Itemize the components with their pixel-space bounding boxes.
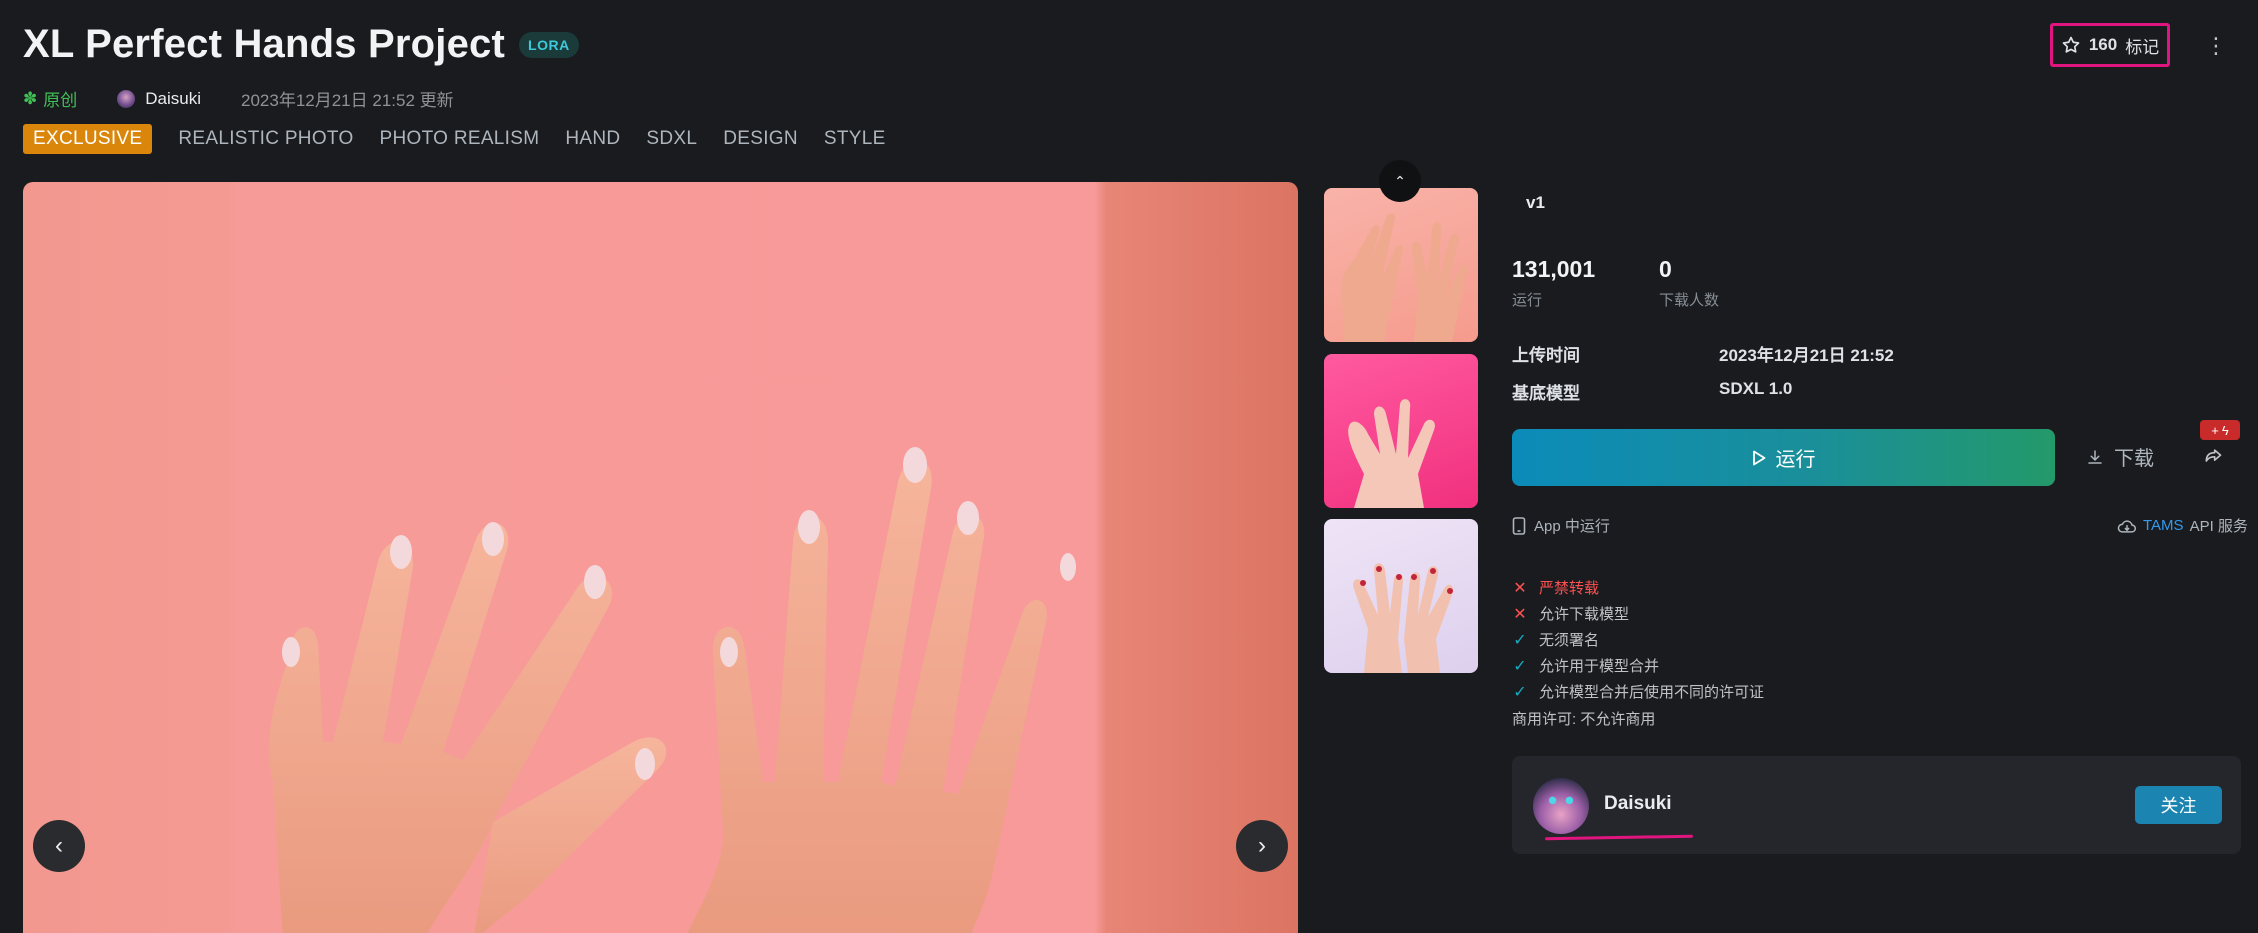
author-card-name[interactable]: Daisuki bbox=[1604, 793, 1672, 815]
model-type-badge: LORA bbox=[519, 31, 579, 58]
tag-photo-realism[interactable]: PHOTO REALISM bbox=[380, 128, 540, 150]
commercial-license: 商用许可: 不允许商用 bbox=[1512, 711, 1656, 728]
chevron-right-icon: › bbox=[1258, 832, 1266, 859]
permission-text: 无须署名 bbox=[1539, 632, 1600, 649]
tag-hand[interactable]: HAND bbox=[565, 128, 620, 150]
base-model-label: 基底模型 bbox=[1512, 384, 1580, 403]
thumbnail-2[interactable] bbox=[1324, 354, 1478, 508]
run-in-app-link[interactable]: App 中运行 bbox=[1512, 515, 1610, 536]
tag-realistic-photo[interactable]: REALISTIC PHOTO bbox=[178, 128, 353, 150]
favorite-count: 160 bbox=[2088, 35, 2118, 54]
author-card: Daisuki 关注 bbox=[1512, 756, 2241, 854]
author-link[interactable]: Daisuki bbox=[117, 89, 201, 109]
star-icon bbox=[2061, 35, 2081, 55]
thumbnail-3[interactable] bbox=[1324, 519, 1478, 673]
author-name: Daisuki bbox=[145, 88, 201, 108]
more-vertical-icon: ⋮ bbox=[2205, 33, 2227, 58]
meta-row: ✽ 原创 Daisuki 2023年12月21日 21:52 更新 bbox=[23, 86, 454, 111]
run-label: 运行 bbox=[1775, 449, 1816, 471]
avatar bbox=[117, 89, 136, 108]
downloads-stat: 0 下载人数 bbox=[1659, 256, 1719, 310]
permission-item: ✕ 严禁转载 bbox=[1512, 577, 1599, 598]
thumbnail-1[interactable] bbox=[1324, 188, 1478, 342]
downloads-label: 下载人数 bbox=[1659, 292, 1720, 309]
api-label: API 服务 bbox=[2189, 518, 2248, 535]
puzzle-icon: ✽ bbox=[23, 88, 38, 108]
upload-time-label: 上传时间 bbox=[1512, 346, 1580, 365]
favorite-label: 标记 bbox=[2125, 37, 2160, 57]
permission-text: 允许模型合并后使用不同的许可证 bbox=[1539, 684, 1765, 701]
favorite-button[interactable]: 160 标记 bbox=[2050, 23, 2170, 67]
downloads-count: 0 bbox=[1659, 256, 1672, 282]
tag-style[interactable]: STYLE bbox=[824, 128, 886, 150]
original-badge: ✽ 原创 bbox=[23, 86, 77, 111]
follow-button[interactable]: 关注 bbox=[2135, 786, 2222, 824]
runs-stat: 131,001 运行 bbox=[1512, 256, 1595, 310]
play-icon bbox=[1752, 450, 1766, 466]
prev-image-button[interactable]: ‹ bbox=[33, 820, 85, 872]
tag-sdxl[interactable]: SDXL bbox=[646, 128, 697, 150]
permission-item: ✓ 允许用于模型合并 bbox=[1512, 655, 1659, 676]
run-in-app-label: App 中运行 bbox=[1534, 518, 1610, 535]
api-brand: TAMS bbox=[2143, 517, 2184, 534]
tag-list: EXCLUSIVE REALISTIC PHOTO PHOTO REALISM … bbox=[23, 124, 886, 154]
permission-item: ✓ 允许模型合并后使用不同的许可证 bbox=[1512, 681, 1764, 702]
permission-text: 允许用于模型合并 bbox=[1539, 658, 1660, 675]
download-icon bbox=[2086, 448, 2104, 466]
runs-label: 运行 bbox=[1512, 292, 1543, 309]
chevron-up-icon: ⌃ bbox=[1394, 172, 1406, 189]
permission-text: 严禁转载 bbox=[1539, 580, 1600, 597]
thumbnail-image bbox=[1353, 563, 1454, 673]
runs-count: 131,001 bbox=[1512, 256, 1596, 282]
cross-icon: ✕ bbox=[1513, 605, 1527, 623]
upload-time-row: 上传时间 2023年12月21日 21:52 bbox=[1512, 341, 1894, 366]
tag-exclusive[interactable]: EXCLUSIVE bbox=[23, 124, 153, 154]
chevron-left-icon: ‹ bbox=[55, 832, 63, 859]
avatar[interactable] bbox=[1533, 778, 1589, 834]
next-image-button[interactable]: › bbox=[1236, 820, 1288, 872]
cloud-icon bbox=[2117, 518, 2137, 534]
permission-item: ✕ 允许下载模型 bbox=[1512, 603, 1629, 624]
base-model-value: SDXL 1.0 bbox=[1719, 379, 1793, 398]
quick-add-badge[interactable]: + ϟ bbox=[2200, 420, 2240, 440]
permission-item: ✓ 无须署名 bbox=[1512, 629, 1599, 650]
download-button[interactable]: 下载 bbox=[2086, 442, 2154, 471]
download-label: 下载 bbox=[2114, 448, 2154, 470]
original-label: 原创 bbox=[43, 91, 78, 110]
author-underline bbox=[1544, 834, 1694, 841]
title-row: XL Perfect Hands Project LORA bbox=[23, 22, 579, 67]
share-icon bbox=[2203, 446, 2223, 466]
check-icon: ✓ bbox=[1513, 683, 1527, 701]
hands-illustration bbox=[269, 447, 1076, 933]
check-icon: ✓ bbox=[1513, 631, 1527, 649]
thumbnail-image bbox=[1340, 213, 1468, 342]
api-service-link[interactable]: TAMS API 服务 bbox=[2117, 515, 2248, 536]
more-options-button[interactable]: ⋮ bbox=[2205, 33, 2227, 58]
updated-time: 2023年12月21日 21:52 更新 bbox=[241, 91, 454, 110]
tag-design[interactable]: DESIGN bbox=[723, 128, 798, 150]
collapse-thumbnails-button[interactable]: ⌃ bbox=[1379, 160, 1421, 202]
phone-icon bbox=[1512, 516, 1526, 535]
share-button[interactable] bbox=[2203, 446, 2223, 466]
upload-time-value: 2023年12月21日 21:52 bbox=[1719, 346, 1894, 365]
base-model-row: 基底模型 SDXL 1.0 bbox=[1512, 379, 1792, 404]
check-icon: ✓ bbox=[1513, 657, 1527, 675]
version-tab[interactable]: v1 bbox=[1512, 186, 1559, 220]
cross-icon: ✕ bbox=[1513, 579, 1527, 597]
permission-text: 允许下载模型 bbox=[1539, 606, 1630, 623]
main-preview-image[interactable]: ‹ › bbox=[23, 182, 1298, 933]
page-title: XL Perfect Hands Project bbox=[23, 22, 506, 66]
run-button[interactable]: 运行 bbox=[1512, 429, 2055, 486]
thumbnail-image bbox=[1348, 399, 1435, 508]
lightning-icon: ϟ bbox=[2221, 422, 2229, 438]
plus-icon: + bbox=[2211, 422, 2219, 438]
